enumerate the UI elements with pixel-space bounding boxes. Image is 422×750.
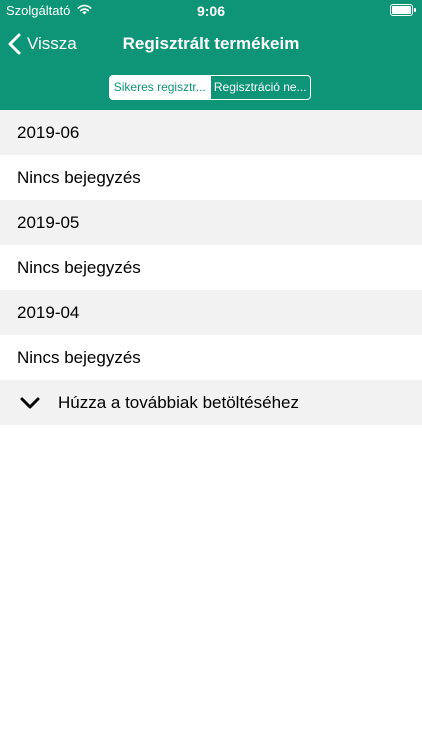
empty-row: Nincs bejegyzés: [0, 335, 422, 380]
empty-row: Nincs bejegyzés: [0, 155, 422, 200]
registered-products-list: 2019-06 Nincs bejegyzés 2019-05 Nincs be…: [0, 110, 422, 425]
status-bar: Szolgáltató 9:06: [0, 0, 422, 22]
section-header: 2019-04: [0, 290, 422, 335]
battery-icon: [390, 4, 416, 16]
navigation-bar: Vissza Regisztrált termékeim: [0, 22, 422, 66]
empty-row: Nincs bejegyzés: [0, 245, 422, 290]
app-header: Szolgáltató 9:06 Vissza Regisztrált term…: [0, 0, 422, 110]
load-more-label: Húzza a továbbiak betöltéséhez: [58, 392, 299, 412]
status-time: 9:06: [196, 3, 226, 19]
registration-status-segmented-control: Sikeres regisztr... Regisztráció ne...: [109, 75, 311, 100]
segment-successful-registration[interactable]: Sikeres regisztr...: [110, 76, 210, 99]
section-header: 2019-06: [0, 110, 422, 155]
section-header: 2019-05: [0, 200, 422, 245]
page-title: Regisztrált termékeim: [122, 34, 300, 53]
load-more-row[interactable]: Húzza a továbbiak betöltéséhez: [0, 380, 422, 425]
chevron-down-icon: [20, 397, 40, 408]
segment-registration-pending[interactable]: Regisztráció ne...: [209, 76, 311, 99]
